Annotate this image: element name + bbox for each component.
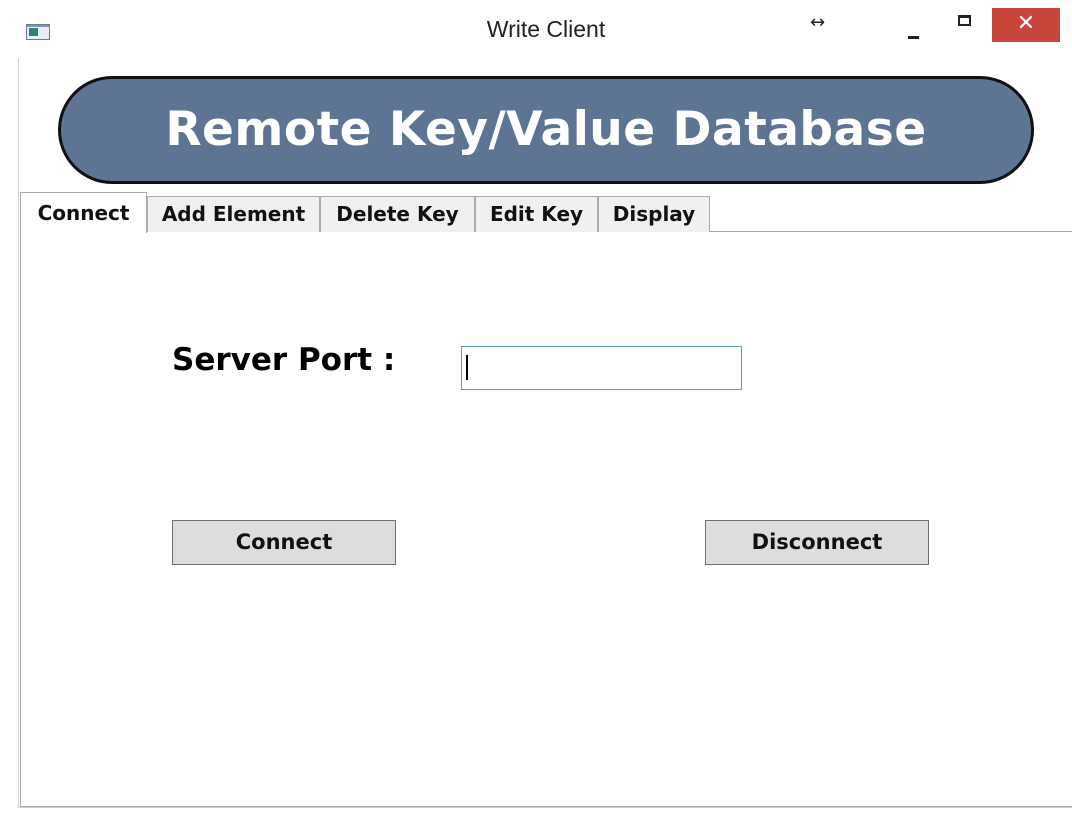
server-port-label: Server Port : — [172, 342, 396, 378]
tab-delete-key[interactable]: Delete Key — [320, 196, 475, 232]
tab-display[interactable]: Display — [598, 196, 710, 232]
minimize-icon[interactable] — [896, 8, 936, 40]
title-bar: Write Client ↔ ✕ — [0, 0, 1072, 58]
close-icon[interactable]: ✕ — [992, 8, 1060, 42]
server-port-input[interactable] — [461, 346, 742, 390]
disconnect-button[interactable]: Disconnect — [705, 520, 929, 565]
tab-connect[interactable]: Connect — [20, 192, 147, 233]
tab-edit-key[interactable]: Edit Key — [475, 196, 598, 232]
text-caret — [466, 355, 468, 380]
tab-add-element[interactable]: Add Element — [147, 196, 320, 232]
tab-panel-connect — [20, 231, 1072, 807]
header-banner: Remote Key/Value Database — [58, 76, 1034, 184]
banner-title: Remote Key/Value Database — [165, 102, 927, 157]
resize-icon: ↔ — [810, 12, 826, 33]
connect-button[interactable]: Connect — [172, 520, 396, 565]
maximize-icon[interactable] — [946, 8, 986, 40]
